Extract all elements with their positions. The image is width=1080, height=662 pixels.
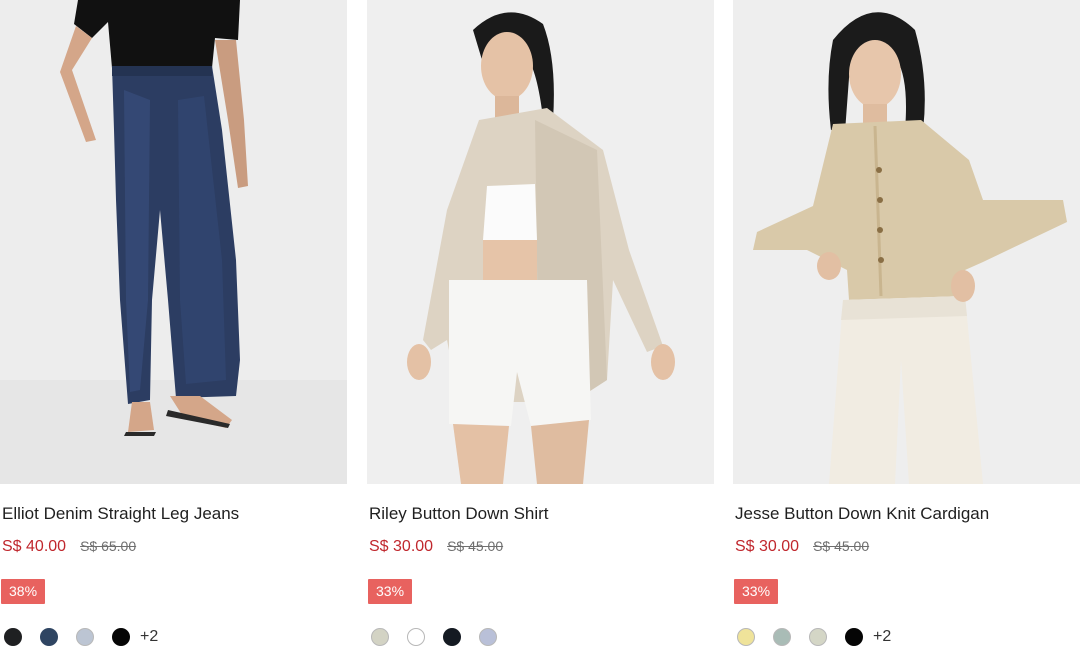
color-swatch[interactable] (773, 628, 791, 646)
sale-price: S$ 30.00 (369, 538, 434, 555)
color-swatches: +2 (4, 626, 158, 648)
color-swatch[interactable] (371, 628, 389, 646)
color-swatch[interactable] (479, 628, 497, 646)
product-card: Riley Button Down Shirt S$ 30.00 S$ 45.00… (367, 0, 714, 662)
discount-badge: 33% (368, 579, 413, 604)
price-row: S$ 30.00 S$ 45.00 (735, 535, 869, 557)
color-swatch[interactable] (40, 628, 58, 646)
color-swatch[interactable] (737, 628, 755, 646)
product-name[interactable]: Riley Button Down Shirt (369, 503, 549, 525)
discount-badge: 38% (1, 579, 46, 604)
model-photo-cardigan (733, 0, 1080, 484)
model-photo-shirt (367, 0, 714, 484)
color-swatch[interactable] (407, 628, 425, 646)
discount-badge: 33% (734, 579, 779, 604)
color-swatches: +2 (737, 626, 891, 648)
color-swatch[interactable] (112, 628, 130, 646)
color-swatches (371, 626, 515, 648)
color-swatch[interactable] (809, 628, 827, 646)
color-swatch[interactable] (4, 628, 22, 646)
product-card: Jesse Button Down Knit Cardigan S$ 30.00… (733, 0, 1080, 662)
color-swatch[interactable] (845, 628, 863, 646)
price-row: S$ 40.00 S$ 65.00 (2, 535, 136, 557)
product-image[interactable] (367, 0, 714, 484)
product-image[interactable] (733, 0, 1080, 484)
original-price: S$ 45.00 (447, 538, 504, 554)
original-price: S$ 45.00 (813, 538, 870, 554)
product-grid: Elliot Denim Straight Leg Jeans S$ 40.00… (0, 0, 1080, 662)
product-name[interactable]: Jesse Button Down Knit Cardigan (735, 503, 989, 525)
product-name[interactable]: Elliot Denim Straight Leg Jeans (2, 503, 239, 525)
sale-price: S$ 30.00 (735, 538, 800, 555)
more-colors-link[interactable]: +2 (873, 626, 891, 648)
sale-price: S$ 40.00 (2, 538, 67, 555)
color-swatch[interactable] (443, 628, 461, 646)
price-row: S$ 30.00 S$ 45.00 (369, 535, 503, 557)
more-colors-link[interactable]: +2 (140, 626, 158, 648)
color-swatch[interactable] (76, 628, 94, 646)
model-photo-jeans (0, 0, 347, 484)
product-image[interactable] (0, 0, 347, 484)
product-card: Elliot Denim Straight Leg Jeans S$ 40.00… (0, 0, 347, 662)
original-price: S$ 65.00 (80, 538, 137, 554)
